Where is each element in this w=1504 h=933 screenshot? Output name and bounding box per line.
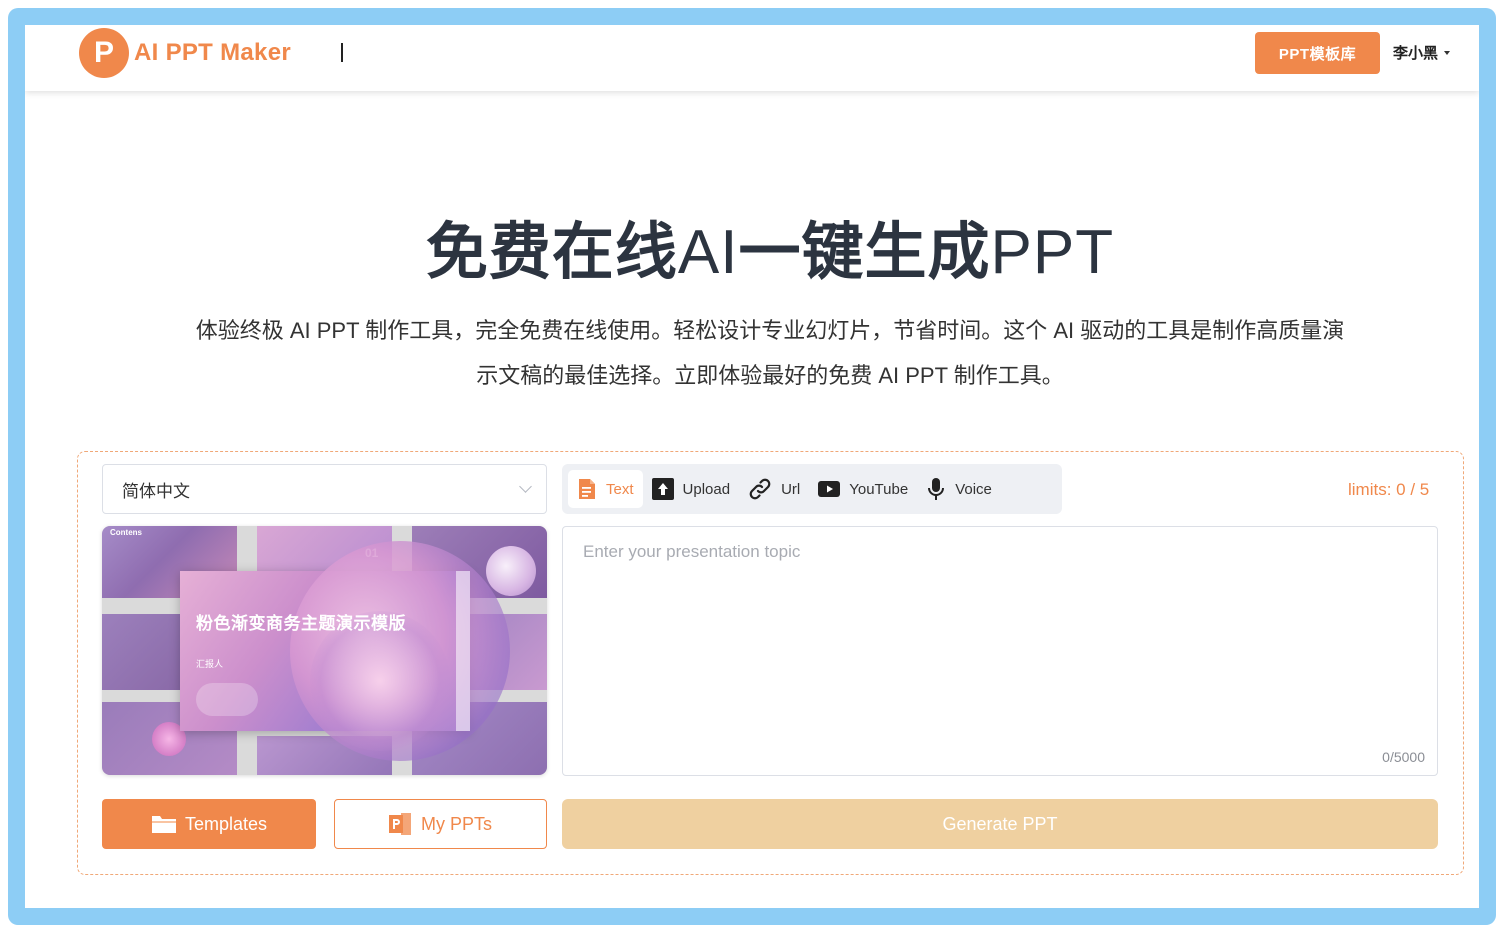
preview-thumb [102, 614, 180, 690]
preview-slide-reporter: 汇报人 [196, 659, 224, 669]
chevron-down-icon [519, 480, 532, 493]
preview-slide-sidebar [456, 571, 470, 731]
usage-limits: limits: 0 / 5 [1348, 480, 1430, 499]
logo-text: AI PPT Maker [134, 39, 291, 66]
tab-url-label: Url [781, 480, 801, 498]
preview-slide-tag [196, 683, 258, 716]
page-title-part-cn2: 一键生成 [738, 218, 991, 287]
ppt-template-library-button[interactable]: PPT模板库 [1255, 32, 1380, 74]
tab-text-label: Text [606, 480, 634, 498]
template-preview[interactable]: Contens 01 粉色渐变商务主题演示模版 汇报人 [102, 526, 547, 775]
user-menu[interactable]: 李小黑 [1393, 42, 1451, 63]
tab-voice-label: Voice [955, 480, 992, 498]
tab-text[interactable]: Text [568, 470, 643, 508]
upload-icon [651, 478, 674, 500]
link-icon [749, 478, 771, 500]
tab-upload[interactable]: Upload [643, 470, 740, 508]
language-select-value: 简体中文 [122, 481, 190, 501]
tab-url[interactable]: Url [739, 470, 809, 508]
preview-orb [486, 546, 536, 596]
tab-voice[interactable]: Voice [917, 470, 1001, 508]
generate-ppt-button[interactable]: Generate PPT [562, 799, 1438, 849]
preview-contents-label: Contens [110, 528, 142, 537]
page-title-part-ppt: PPT [990, 218, 1115, 287]
caret-down-icon [1444, 50, 1451, 55]
user-name: 李小黑 [1393, 45, 1439, 62]
tab-upload-label: Upload [682, 480, 731, 498]
character-counter: 0/5000 [1382, 749, 1425, 765]
language-select[interactable]: 简体中文 [102, 464, 547, 514]
document-icon [579, 479, 595, 499]
page-subtitle: 体验终极 AI PPT 制作工具，完全免费在线使用。轻松设计专业幻灯片，节省时间… [195, 318, 1345, 388]
page-title-part-ai: AI [677, 218, 739, 287]
ppt-file-icon [388, 813, 411, 835]
preview-slide-title: 粉色渐变商务主题演示模版 [196, 614, 406, 633]
preview-main-slide: 粉色渐变商务主题演示模版 汇报人 [180, 541, 510, 761]
top-navbar: P AI PPT Maker PPT模板库 李小黑 [25, 25, 1479, 91]
site-logo[interactable]: P AI PPT Maker [79, 28, 291, 78]
input-mode-tabs: Text Upload Url YouTube Voice [562, 464, 1062, 514]
folder-icon [151, 816, 176, 833]
page-title: 免费在线AI一键生成PPT [25, 201, 1479, 291]
page-title-part-cn: 免费在线 [425, 218, 678, 287]
microphone-icon [928, 478, 945, 500]
logo-mark: P [79, 28, 129, 78]
youtube-icon [818, 481, 841, 497]
text-cursor [341, 43, 343, 62]
templates-button[interactable]: Templates [102, 799, 316, 849]
browser-viewport: P AI PPT Maker PPT模板库 李小黑 免费在线AI一键生成PPT … [25, 25, 1479, 908]
tab-youtube[interactable]: YouTube [809, 470, 917, 508]
templates-button-label: Templates [184, 813, 268, 834]
topic-input-placeholder: Enter your presentation topic [583, 542, 801, 561]
my-ppts-button-label: My PPTs [420, 813, 492, 834]
tab-youtube-label: YouTube [849, 480, 909, 498]
topic-input[interactable]: Enter your presentation topic 0/5000 [562, 526, 1438, 776]
my-ppts-button[interactable]: My PPTs [334, 799, 547, 849]
